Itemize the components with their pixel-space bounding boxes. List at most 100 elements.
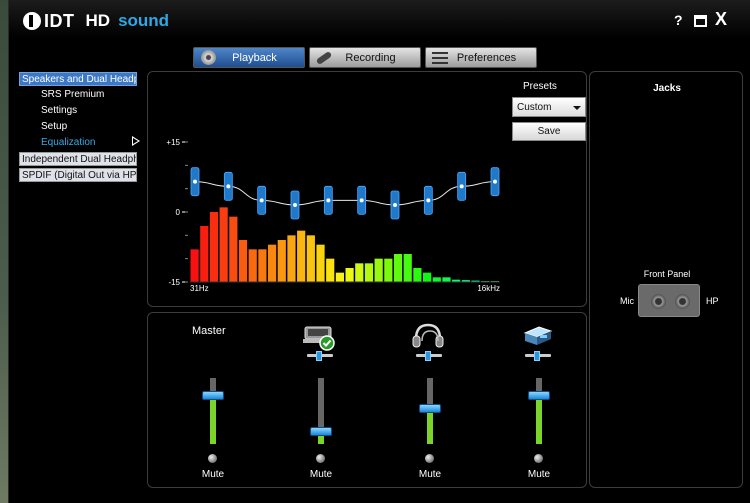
headphones-mute-label: Mute	[418, 469, 442, 480]
eq-band-point	[359, 198, 364, 203]
sidebar-item-settings[interactable]: Settings	[19, 104, 147, 118]
sidebar-item-speakers[interactable]: Speakers and Dual Headphones	[19, 72, 137, 86]
equalizer-panel: +15 0 -15 31Hz 16kHz Presets Custom Save	[147, 71, 587, 307]
y-tick-label: 0	[176, 208, 181, 217]
spectrum-bar	[229, 216, 238, 282]
y-tick-label: +15	[166, 138, 180, 147]
spectrum-bar	[423, 272, 432, 282]
sidebar-item-srs-premium[interactable]: SRS Premium	[19, 88, 147, 102]
channel-speakers: Mute	[301, 313, 341, 489]
eq-band-point	[259, 198, 264, 203]
preset-dropdown[interactable]: Custom	[512, 97, 586, 117]
headphones-balance-slider[interactable]	[425, 351, 431, 361]
tab-playback[interactable]: Playback	[193, 47, 305, 68]
spdif-volume-slider[interactable]	[528, 390, 550, 400]
front-panel-label: Front Panel	[643, 269, 691, 279]
spectrum-bar	[432, 277, 441, 282]
headphone-jack-icon[interactable]	[675, 294, 690, 309]
spectrum-bar	[190, 249, 199, 282]
microphone-icon	[313, 48, 335, 67]
tab-preferences[interactable]: Preferences	[425, 47, 537, 68]
app-logo: IDT HD sound	[23, 10, 169, 32]
eq-band-point	[293, 203, 297, 207]
spectrum-bar	[355, 263, 364, 282]
speaker-device-icon[interactable]	[301, 321, 337, 351]
spectrum-bar	[326, 258, 335, 282]
channel-headphones: Mute	[410, 313, 450, 489]
channel-master: Mute	[193, 313, 233, 489]
spdif-mute-toggle[interactable]	[534, 454, 543, 463]
save-preset-button[interactable]: Save	[512, 122, 586, 141]
x-start-label: 31Hz	[190, 284, 209, 293]
headphones-volume-fill	[427, 407, 433, 444]
master-volume-fill	[210, 394, 216, 444]
spdif-mute-label: Mute	[527, 469, 551, 480]
y-tick-label: -15	[168, 278, 180, 287]
headphones-mute-toggle[interactable]	[425, 454, 434, 463]
jacks-panel: Jacks Front Panel Mic HP	[589, 71, 743, 488]
idt-logo-icon	[23, 12, 41, 30]
channel-spdif: Mute	[519, 313, 559, 489]
spectrum-bar	[219, 207, 228, 282]
mic-jack-icon[interactable]	[651, 294, 666, 309]
spectrum-bar	[364, 263, 374, 282]
master-mute-toggle[interactable]	[208, 454, 217, 463]
device-sidebar: Speakers and Dual Headphones SRS Premium…	[19, 72, 147, 184]
spectrum-bar	[277, 240, 286, 282]
sidebar-item-equalization[interactable]: Equalization	[19, 136, 147, 150]
disc-icon	[197, 48, 219, 67]
speakers-mute-toggle[interactable]	[316, 454, 325, 463]
chevron-down-icon	[573, 106, 581, 110]
spectrum-bar	[297, 230, 306, 282]
spectrum-bar	[393, 254, 403, 282]
master-volume-slider[interactable]	[202, 390, 224, 400]
tab-recording-label: Recording	[345, 51, 396, 64]
spectrum-bar	[374, 258, 383, 282]
headphones-volume-slider[interactable]	[419, 403, 441, 413]
mixer-panel: Master Mute Mute Mute Mute	[147, 312, 587, 488]
title-hd: HD	[85, 11, 111, 30]
master-mute-label: Mute	[201, 469, 225, 480]
spectrum-bar	[335, 272, 344, 282]
eq-band-point	[326, 198, 331, 203]
close-button[interactable]: X	[715, 9, 727, 30]
eq-band-point	[426, 198, 431, 203]
eq-band-point	[459, 184, 464, 189]
spectrum-bar	[238, 240, 248, 282]
tab-preferences-label: Preferences	[456, 51, 517, 64]
spdif-balance-slider[interactable]	[534, 351, 540, 361]
spectrum-bar	[268, 244, 277, 282]
presets-label: Presets	[523, 81, 557, 92]
spectrum-bar	[258, 249, 267, 282]
mic-jack-label: Mic	[620, 296, 634, 306]
preferences-icon	[429, 48, 451, 67]
sidebar-item-setup[interactable]: Setup	[19, 120, 147, 134]
title-bar: IDT HD sound ? X	[9, 0, 750, 38]
speakers-mute-label: Mute	[309, 469, 333, 480]
speakers-balance-slider[interactable]	[316, 351, 322, 361]
sidebar-item-independent-headphones[interactable]: Independent Dual Headphones	[19, 152, 137, 166]
tab-recording[interactable]: Recording	[309, 47, 421, 68]
eq-band-point	[193, 179, 197, 184]
spectrum-bar	[403, 254, 412, 282]
hd-sound-window: IDT HD sound ? X Playback Recording Pref…	[8, 0, 750, 503]
eq-band-point	[493, 179, 497, 184]
tab-playback-label: Playback	[232, 51, 277, 64]
sidebar-item-spdif[interactable]: SPDIF (Digital Out via HP)	[19, 168, 137, 182]
logo-brand: IDT	[44, 10, 75, 31]
x-end-label: 16kHz	[477, 284, 500, 293]
spectrum-bar	[200, 226, 209, 282]
spdif-volume-fill	[536, 394, 542, 444]
digital-out-icon[interactable]	[519, 321, 555, 351]
minimize-button[interactable]	[694, 15, 707, 27]
speakers-volume-slider[interactable]	[310, 426, 332, 436]
hp-jack-label: HP	[706, 296, 719, 306]
eq-band-point	[393, 203, 397, 207]
spectrum-bar	[413, 268, 422, 282]
help-button[interactable]: ?	[674, 12, 683, 28]
headphones-icon[interactable]	[410, 321, 446, 351]
play-arrow-icon[interactable]	[132, 136, 140, 146]
spectrum-bar	[306, 235, 315, 282]
spectrum-bar	[248, 249, 257, 282]
spectrum-bar	[287, 235, 296, 282]
